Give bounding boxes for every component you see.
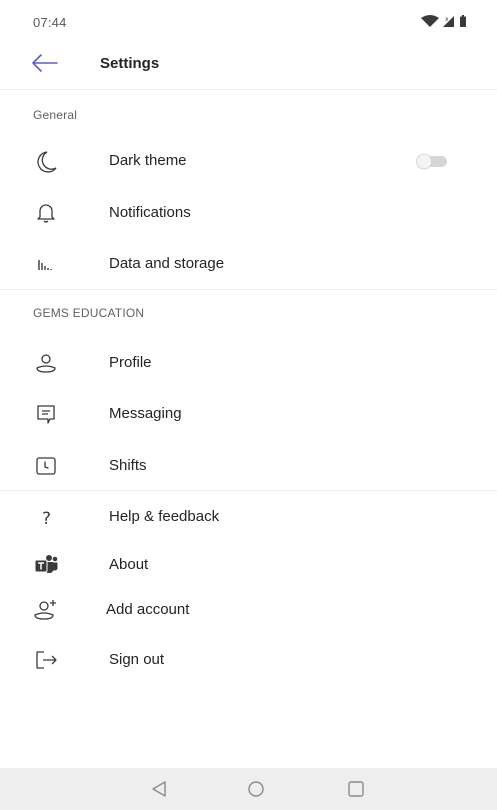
section-divider bbox=[0, 490, 497, 491]
status-icons: x bbox=[421, 14, 471, 28]
settings-item-add-account[interactable]: Add account bbox=[0, 586, 497, 634]
back-arrow-icon[interactable] bbox=[30, 49, 60, 77]
settings-item-notifications[interactable]: Notifications bbox=[0, 189, 497, 237]
status-time: 07:44 bbox=[33, 15, 67, 30]
settings-item-label: Shifts bbox=[109, 457, 147, 474]
clock-icon bbox=[33, 454, 59, 478]
settings-item-label: Help & feedback bbox=[109, 508, 220, 525]
help-icon: ? bbox=[33, 505, 59, 529]
profile-icon bbox=[33, 351, 59, 375]
wifi-icon bbox=[421, 15, 439, 27]
bell-icon bbox=[33, 201, 59, 225]
settings-item-profile[interactable]: Profile bbox=[0, 339, 497, 387]
sign-out-icon bbox=[33, 648, 59, 672]
settings-item-label: Data and storage bbox=[109, 255, 225, 272]
system-nav-bar bbox=[0, 768, 497, 810]
section-header-org: GEMS EDUCATION bbox=[33, 306, 145, 320]
svg-text:x: x bbox=[445, 16, 449, 23]
nav-back-icon[interactable] bbox=[148, 779, 170, 799]
settings-item-messaging[interactable]: Messaging bbox=[0, 390, 497, 438]
nav-home-icon[interactable] bbox=[245, 779, 267, 799]
app-bar: Settings bbox=[0, 38, 497, 90]
status-bar: 07:44 x bbox=[0, 0, 497, 38]
bar-chart-icon bbox=[33, 252, 59, 276]
settings-item-label: About bbox=[109, 556, 149, 573]
settings-item-shifts[interactable]: Shifts bbox=[0, 442, 497, 490]
message-icon bbox=[33, 402, 59, 426]
settings-item-label: Profile bbox=[109, 354, 152, 371]
settings-item-sign-out[interactable]: Sign out bbox=[0, 636, 497, 684]
signal-icon: x bbox=[443, 16, 454, 27]
settings-item-dark-theme[interactable]: Dark theme bbox=[0, 137, 497, 185]
page-title: Settings bbox=[100, 55, 160, 72]
section-header-general: General bbox=[33, 108, 78, 122]
settings-item-label: Notifications bbox=[109, 204, 191, 221]
settings-item-label: Add account bbox=[106, 601, 190, 618]
settings-item-data-storage[interactable]: Data and storage bbox=[0, 240, 497, 288]
section-divider bbox=[0, 289, 497, 290]
settings-item-label: Sign out bbox=[109, 651, 165, 668]
add-account-icon bbox=[33, 598, 59, 622]
moon-icon bbox=[33, 149, 59, 173]
dark-theme-toggle[interactable] bbox=[413, 152, 451, 170]
teams-logo-icon bbox=[33, 553, 59, 577]
settings-item-about[interactable]: About bbox=[0, 541, 497, 589]
nav-recents-icon[interactable] bbox=[345, 779, 367, 799]
battery-icon bbox=[460, 15, 466, 27]
settings-item-help[interactable]: ? Help & feedback bbox=[0, 493, 497, 541]
settings-item-label: Messaging bbox=[109, 405, 182, 422]
svg-text:?: ? bbox=[42, 509, 51, 529]
settings-item-label: Dark theme bbox=[109, 152, 187, 169]
